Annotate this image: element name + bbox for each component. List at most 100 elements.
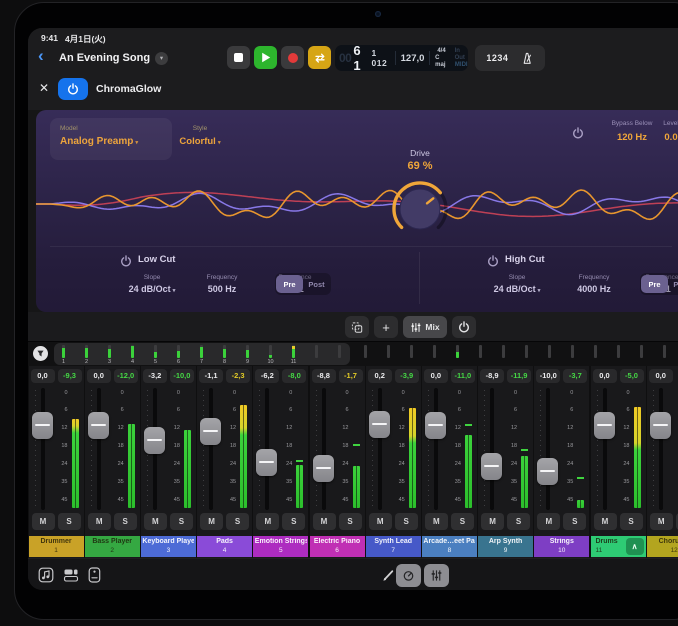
mixer-view-button[interactable] bbox=[424, 564, 449, 587]
low-cut-frequency[interactable]: Frequency 500 Hz bbox=[187, 274, 257, 294]
track-name-cell[interactable]: Bass Player2 bbox=[85, 536, 140, 557]
mixer-power-button[interactable] bbox=[452, 316, 476, 338]
close-plugin-icon[interactable]: ✕ bbox=[39, 81, 49, 95]
volume-badge[interactable]: -6,2 bbox=[255, 369, 279, 383]
fader-cap[interactable] bbox=[32, 412, 53, 439]
fader-track[interactable] bbox=[378, 388, 382, 510]
pre-segment[interactable]: Pre bbox=[276, 275, 303, 293]
solo-button[interactable]: S bbox=[226, 513, 249, 530]
solo-button[interactable]: S bbox=[114, 513, 137, 530]
fader-track[interactable] bbox=[603, 388, 607, 510]
loop-browser-button[interactable] bbox=[38, 567, 54, 588]
mute-button[interactable]: M bbox=[256, 513, 279, 530]
duplicate-button[interactable] bbox=[345, 316, 369, 338]
post-segment[interactable]: Post bbox=[303, 280, 330, 289]
volume-badge[interactable]: 0,0 bbox=[87, 369, 111, 383]
fader-track[interactable] bbox=[322, 388, 326, 510]
mute-button[interactable]: M bbox=[594, 513, 617, 530]
volume-badge[interactable]: 0,0 bbox=[31, 369, 55, 383]
solo-button[interactable]: S bbox=[395, 513, 418, 530]
volume-badge[interactable]: -3,2 bbox=[143, 369, 167, 383]
track-name-cell[interactable]: Emotion Strings5 bbox=[253, 536, 308, 557]
metronome-icon[interactable] bbox=[520, 51, 534, 65]
post-segment[interactable]: Post bbox=[668, 280, 678, 289]
stop-button[interactable] bbox=[227, 46, 250, 69]
fader-cap[interactable] bbox=[144, 427, 165, 454]
fader-track[interactable] bbox=[490, 388, 494, 510]
track-name-cell[interactable]: Drums11∧ bbox=[591, 536, 646, 557]
solo-button[interactable]: S bbox=[620, 513, 643, 530]
mute-button[interactable]: M bbox=[650, 513, 673, 530]
fader-cap[interactable] bbox=[481, 453, 502, 480]
song-menu-chevron-icon[interactable]: ▾ bbox=[155, 52, 168, 65]
back-chevron-icon[interactable]: ‹ bbox=[38, 47, 44, 64]
low-cut-pre-post-toggle[interactable]: Pre Post bbox=[275, 273, 331, 295]
track-name-cell[interactable]: Drummer1 bbox=[29, 536, 84, 557]
fader-cap[interactable] bbox=[88, 412, 109, 439]
play-surface-button[interactable] bbox=[88, 567, 101, 588]
low-cut-slope[interactable]: Slope 24 dB/Oct▾ bbox=[117, 274, 187, 294]
track-name-cell[interactable]: Synth Lead7 bbox=[366, 536, 421, 557]
filter-button[interactable] bbox=[33, 346, 48, 361]
high-cut-pre-post-toggle[interactable]: Pre Post bbox=[640, 273, 678, 295]
track-name-cell[interactable]: Electric Piano6 bbox=[310, 536, 365, 557]
track-name-cell[interactable]: Keyboard Player3 bbox=[141, 536, 196, 557]
fader-track[interactable] bbox=[209, 388, 213, 510]
track-name-cell[interactable]: Strings10 bbox=[534, 536, 589, 557]
track-name-cell[interactable]: Pads4 bbox=[197, 536, 252, 557]
solo-button[interactable]: S bbox=[170, 513, 193, 530]
mute-button[interactable]: M bbox=[200, 513, 223, 530]
level-value[interactable]: 0.0 bbox=[636, 132, 678, 143]
mute-button[interactable]: M bbox=[88, 513, 111, 530]
volume-badge[interactable]: -8,8 bbox=[312, 369, 336, 383]
controls-view-button[interactable] bbox=[396, 564, 421, 587]
solo-button[interactable]: S bbox=[58, 513, 81, 530]
lcd-display[interactable]: 00 6 1 1 012 127,0 4/4 C maj In Out MIDI bbox=[335, 45, 468, 71]
volume-badge[interactable]: 0,0 bbox=[424, 369, 448, 383]
high-cut-slope[interactable]: Slope 24 dB/Oct▾ bbox=[482, 274, 552, 294]
fader-cap[interactable] bbox=[200, 418, 221, 445]
solo-button[interactable]: S bbox=[507, 513, 530, 530]
track-name-cell[interactable]: Arp Synth9 bbox=[478, 536, 533, 557]
volume-badge[interactable]: 0,2 bbox=[368, 369, 392, 383]
volume-badge[interactable]: -10,0 bbox=[536, 369, 560, 383]
add-button[interactable]: + bbox=[374, 316, 398, 338]
mute-button[interactable]: M bbox=[537, 513, 560, 530]
mute-button[interactable]: M bbox=[313, 513, 336, 530]
mute-button[interactable]: M bbox=[144, 513, 167, 530]
track-name-cell[interactable]: Chorus V12 bbox=[647, 536, 678, 557]
count-in-button[interactable]: 1234 bbox=[486, 53, 508, 63]
pre-segment[interactable]: Pre bbox=[641, 275, 668, 293]
fader-track[interactable] bbox=[434, 388, 438, 510]
cycle-button[interactable] bbox=[308, 46, 331, 69]
fader-cap[interactable] bbox=[650, 412, 671, 439]
fader-cap[interactable] bbox=[537, 458, 558, 485]
song-title[interactable]: An Evening Song bbox=[59, 52, 150, 64]
fader-track[interactable] bbox=[546, 388, 550, 510]
solo-button[interactable]: S bbox=[339, 513, 362, 530]
solo-button[interactable]: S bbox=[282, 513, 305, 530]
mute-button[interactable]: M bbox=[425, 513, 448, 530]
edit-pencil-button[interactable] bbox=[381, 568, 395, 587]
fader-cap[interactable] bbox=[594, 412, 615, 439]
bypass-power-icon[interactable] bbox=[572, 126, 584, 138]
volume-badge[interactable]: -1,1 bbox=[199, 369, 223, 383]
plugin-tiles-button[interactable] bbox=[63, 567, 79, 588]
track-name-cell[interactable]: Arcade…eet Pad8 bbox=[422, 536, 477, 557]
fader-cap[interactable] bbox=[313, 455, 334, 482]
mute-button[interactable]: M bbox=[369, 513, 392, 530]
volume-badge[interactable]: 0,0 bbox=[593, 369, 617, 383]
fader-cap[interactable] bbox=[369, 411, 390, 438]
solo-button[interactable]: S bbox=[451, 513, 474, 530]
mixer-navigator[interactable]: 1234567891011 bbox=[28, 342, 678, 366]
mix-button[interactable]: Mix bbox=[403, 316, 447, 338]
volume-badge[interactable]: -8,9 bbox=[480, 369, 504, 383]
high-cut-frequency[interactable]: Frequency 4000 Hz bbox=[559, 274, 629, 294]
record-button[interactable] bbox=[281, 46, 304, 69]
fader-track[interactable] bbox=[659, 388, 663, 510]
drive-knob[interactable] bbox=[388, 177, 452, 241]
fader-cap[interactable] bbox=[425, 412, 446, 439]
plugin-power-button[interactable] bbox=[58, 78, 88, 100]
low-cut-power-icon[interactable] bbox=[120, 254, 132, 266]
fader-track[interactable] bbox=[97, 388, 101, 510]
